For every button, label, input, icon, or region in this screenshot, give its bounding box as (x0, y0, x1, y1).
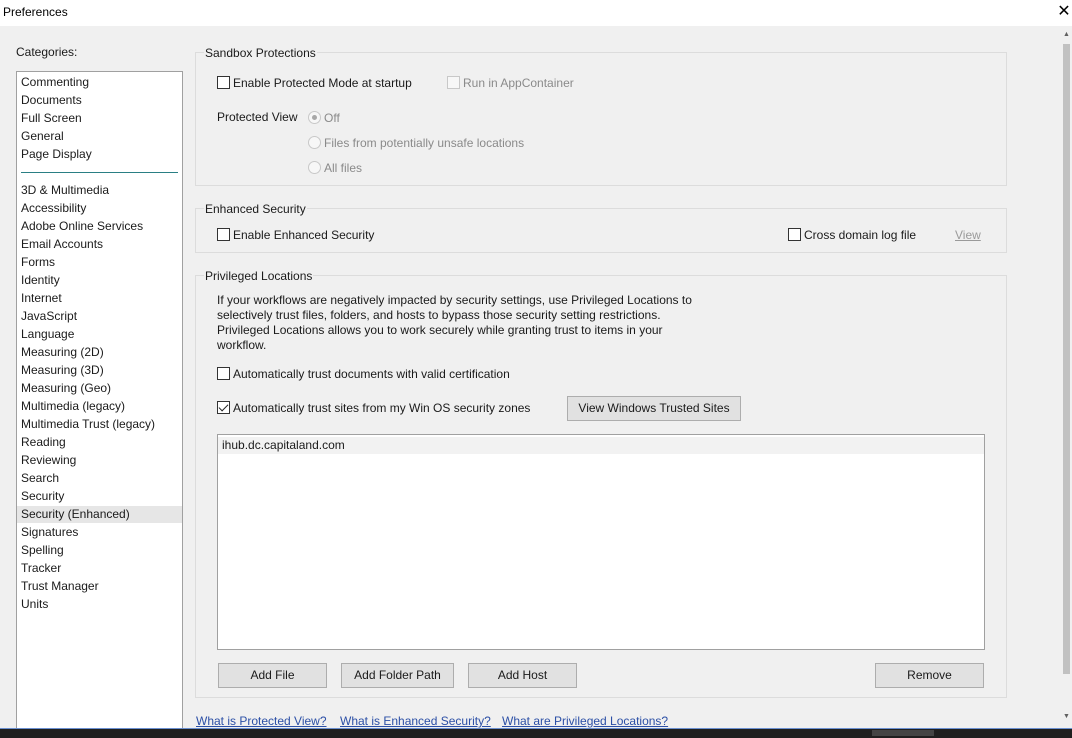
remove-button[interactable]: Remove (875, 663, 984, 688)
auto-trust-cert-label[interactable]: Automatically trust documents with valid… (233, 367, 510, 381)
cross-domain-log-label[interactable]: Cross domain log file (804, 228, 916, 242)
category-item[interactable]: Security (21, 488, 181, 505)
privileged-locations-list[interactable]: ihub.dc.capitaland.com (217, 434, 985, 650)
category-item[interactable]: Email Accounts (21, 236, 181, 253)
enhanced-security-title: Enhanced Security (204, 202, 307, 216)
category-item[interactable]: 3D & Multimedia (21, 182, 181, 199)
category-item[interactable]: Full Screen (21, 110, 181, 127)
pv-all-label: All files (324, 161, 363, 175)
auto-trust-sites-checkbox[interactable] (217, 401, 230, 414)
category-item[interactable]: Reviewing (21, 452, 181, 469)
category-item[interactable]: Language (21, 326, 181, 343)
scroll-up-arrow-icon[interactable]: ▲ (1062, 30, 1071, 40)
category-item[interactable]: Signatures (21, 524, 181, 541)
category-item[interactable]: Identity (21, 272, 181, 289)
protected-mode-label[interactable]: Enable Protected Mode at startup (233, 76, 412, 90)
close-icon[interactable]: ✕ (1056, 2, 1072, 22)
scroll-down-arrow-icon[interactable]: ▼ (1062, 712, 1071, 722)
pv-off-label: Off (324, 111, 340, 125)
categories-label: Categories: (16, 45, 78, 59)
category-item[interactable]: Search (21, 470, 181, 487)
privileged-description-line: workflow. (217, 338, 267, 352)
category-item[interactable]: Tracker (21, 560, 181, 577)
window-title: Preferences (3, 5, 68, 19)
auto-trust-cert-checkbox[interactable] (217, 367, 230, 380)
protected-view-label: Protected View (217, 110, 298, 124)
categories-list[interactable]: Commenting Documents Full Screen General… (16, 71, 183, 731)
enhanced-security-checkbox[interactable] (217, 228, 230, 241)
category-item[interactable]: Trust Manager (21, 578, 181, 595)
category-item[interactable]: Commenting (21, 74, 181, 91)
pv-unsafe-label: Files from potentially unsafe locations (324, 136, 525, 150)
privileged-description-line: If your workflows are negatively impacte… (217, 293, 692, 307)
run-appcontainer-label: Run in AppContainer (463, 76, 574, 90)
auto-trust-sites-label[interactable]: Automatically trust sites from my Win OS… (233, 401, 530, 415)
scrollbar-thumb[interactable] (1063, 44, 1070, 674)
category-item[interactable]: Internet (21, 290, 181, 307)
category-item[interactable]: Adobe Online Services (21, 218, 181, 235)
pv-all-radio (308, 161, 321, 174)
category-item[interactable]: Reading (21, 434, 181, 451)
category-item[interactable]: Accessibility (21, 200, 181, 217)
sandbox-protections-title: Sandbox Protections (204, 46, 317, 60)
privileged-description-line: selectively trust files, folders, and ho… (217, 308, 661, 322)
view-trusted-sites-button[interactable]: View Windows Trusted Sites (567, 396, 741, 421)
category-item[interactable]: Spelling (21, 542, 181, 559)
title-bar: Preferences ✕ (0, 0, 1072, 26)
pv-off-radio (308, 111, 321, 124)
category-item[interactable]: Forms (21, 254, 181, 271)
run-appcontainer-checkbox (447, 76, 460, 89)
taskbar-edge (0, 728, 1072, 738)
category-item[interactable]: Measuring (2D) (21, 344, 181, 361)
category-item[interactable]: Multimedia (legacy) (21, 398, 181, 415)
privileged-description-line: Privileged Locations allows you to work … (217, 323, 663, 337)
cross-domain-log-checkbox[interactable] (788, 228, 801, 241)
view-log-link[interactable]: View (955, 228, 981, 242)
category-item[interactable]: General (21, 128, 181, 145)
category-divider (21, 172, 178, 173)
add-file-button[interactable]: Add File (218, 663, 327, 688)
list-item[interactable]: ihub.dc.capitaland.com (218, 437, 984, 454)
what-is-enhanced-security-link[interactable]: What is Enhanced Security? (340, 714, 491, 728)
taskbar-highlight (872, 730, 934, 736)
category-item[interactable]: Measuring (3D) (21, 362, 181, 379)
add-host-button[interactable]: Add Host (468, 663, 577, 688)
vertical-scrollbar[interactable]: ▲ ▼ (1061, 28, 1072, 728)
privileged-locations-title: Privileged Locations (204, 269, 314, 283)
category-item[interactable]: Units (21, 596, 181, 613)
protected-mode-checkbox[interactable] (217, 76, 230, 89)
what-are-privileged-locations-link[interactable]: What are Privileged Locations? (502, 714, 668, 728)
enhanced-security-label[interactable]: Enable Enhanced Security (233, 228, 374, 242)
category-item-selected[interactable]: Security (Enhanced) (17, 506, 182, 523)
add-folder-path-button[interactable]: Add Folder Path (341, 663, 454, 688)
category-item[interactable]: Multimedia Trust (legacy) (21, 416, 181, 433)
category-item[interactable]: Documents (21, 92, 181, 109)
category-item[interactable]: Page Display (21, 146, 181, 163)
category-item[interactable]: Measuring (Geo) (21, 380, 181, 397)
category-item[interactable]: JavaScript (21, 308, 181, 325)
pv-unsafe-radio (308, 136, 321, 149)
what-is-protected-view-link[interactable]: What is Protected View? (196, 714, 327, 728)
